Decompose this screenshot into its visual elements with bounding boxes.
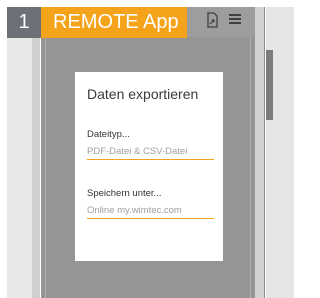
phone-bezel-left	[32, 7, 40, 298]
file-type-label: Dateityp...	[87, 129, 130, 140]
hamburger-menu-icon[interactable]	[229, 14, 241, 24]
app-toolbar	[187, 7, 255, 37]
phone-edge-right	[264, 7, 265, 298]
file-type-underline	[87, 159, 214, 160]
save-location-underline	[87, 218, 214, 219]
step-number-badge: 1	[7, 7, 41, 38]
file-type-field[interactable]: PDF-Datei & CSV-Datei	[87, 146, 187, 157]
export-icon[interactable]	[207, 12, 219, 28]
save-location-field[interactable]: Online my.wimtec.com	[87, 205, 182, 216]
app-title: REMOTE App	[41, 7, 187, 38]
phone-frame: 1 REMOTE App Daten exportieren Dateityp.…	[0, 0, 294, 298]
dialog-title: Daten exportieren	[87, 86, 199, 102]
phone-bezel-right	[255, 7, 264, 298]
save-location-label: Speichern unter...	[87, 188, 162, 199]
phone-side-button	[266, 50, 273, 120]
export-dialog: Daten exportieren Dateityp... PDF-Datei …	[75, 72, 223, 261]
phone-body-left	[7, 7, 32, 298]
